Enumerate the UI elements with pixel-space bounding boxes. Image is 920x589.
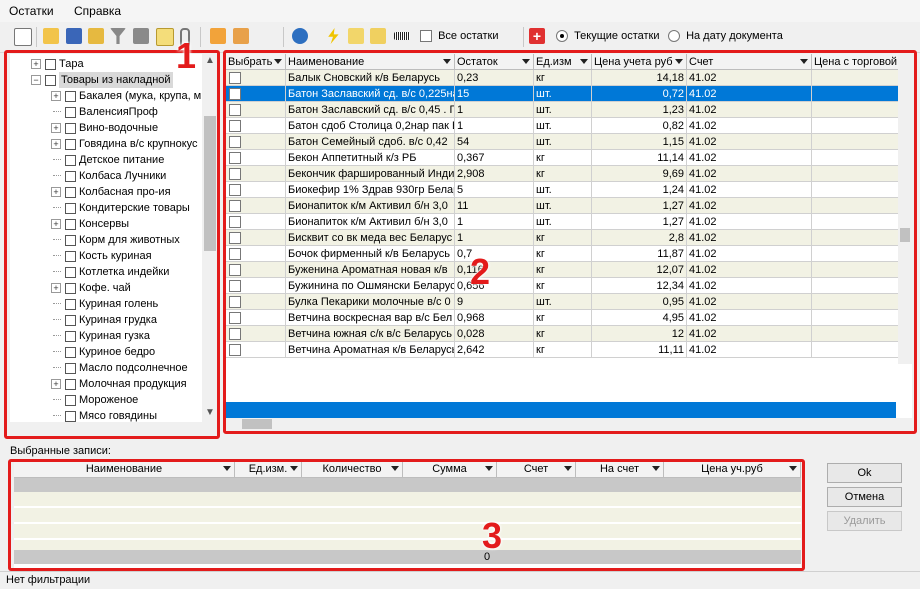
- current-remains-radio[interactable]: [556, 30, 568, 43]
- highlight-box-1: [4, 50, 220, 439]
- current-remains-option[interactable]: Текущие остатки: [556, 30, 660, 43]
- check-all-icon[interactable]: [210, 28, 226, 44]
- toolbar-separator: [283, 27, 284, 47]
- edit-list-icon[interactable]: [348, 28, 364, 44]
- badge-2: 2: [470, 251, 491, 292]
- print-icon[interactable]: [133, 28, 149, 44]
- reload-icon[interactable]: [292, 28, 308, 44]
- status-bar: Нет фильтрации: [0, 571, 920, 589]
- add-icon[interactable]: +: [529, 28, 545, 44]
- ok-button[interactable]: Ok: [827, 463, 902, 483]
- check-list-icon[interactable]: [370, 28, 386, 44]
- by-date-label: На дату документа: [686, 30, 783, 42]
- clipboard-icon[interactable]: [156, 28, 174, 46]
- badge-3: 3: [482, 515, 503, 556]
- refresh-doc-icon[interactable]: [88, 28, 104, 44]
- all-remains-toggle[interactable]: Все остатки: [420, 30, 499, 43]
- toolbar-separator: [523, 27, 524, 47]
- filter-icon[interactable]: [110, 28, 126, 44]
- selected-records-label: Выбранные записи:: [10, 445, 111, 457]
- toolbar-separator: [200, 27, 201, 47]
- edit-doc-icon[interactable]: [14, 28, 32, 46]
- highlight-box-3: [8, 459, 805, 571]
- toolbar: Все остатки + Текущие остатки На дату до…: [0, 22, 920, 53]
- save-icon[interactable]: [66, 28, 82, 44]
- lightning-icon[interactable]: [328, 28, 339, 44]
- current-remains-label: Текущие остатки: [574, 30, 660, 42]
- status-text: Нет фильтрации: [6, 574, 91, 586]
- all-remains-label: Все остатки: [438, 30, 499, 42]
- by-date-radio[interactable]: [668, 30, 680, 43]
- highlight-box-2: [223, 50, 917, 434]
- badge-1: 1: [176, 35, 197, 76]
- by-date-option[interactable]: На дату документа: [668, 30, 783, 43]
- cancel-button[interactable]: Отмена: [827, 487, 902, 507]
- delete-button[interactable]: Удалить: [827, 511, 902, 531]
- barcode-icon[interactable]: [394, 32, 410, 40]
- menu-remains[interactable]: Остатки: [9, 4, 54, 18]
- menu-bar: Остатки Справка: [0, 0, 920, 22]
- open-folder-icon[interactable]: [43, 28, 59, 44]
- all-remains-checkbox[interactable]: [420, 30, 432, 43]
- uncheck-all-icon[interactable]: [233, 28, 249, 44]
- toolbar-separator: [36, 27, 37, 47]
- menu-help[interactable]: Справка: [74, 4, 121, 18]
